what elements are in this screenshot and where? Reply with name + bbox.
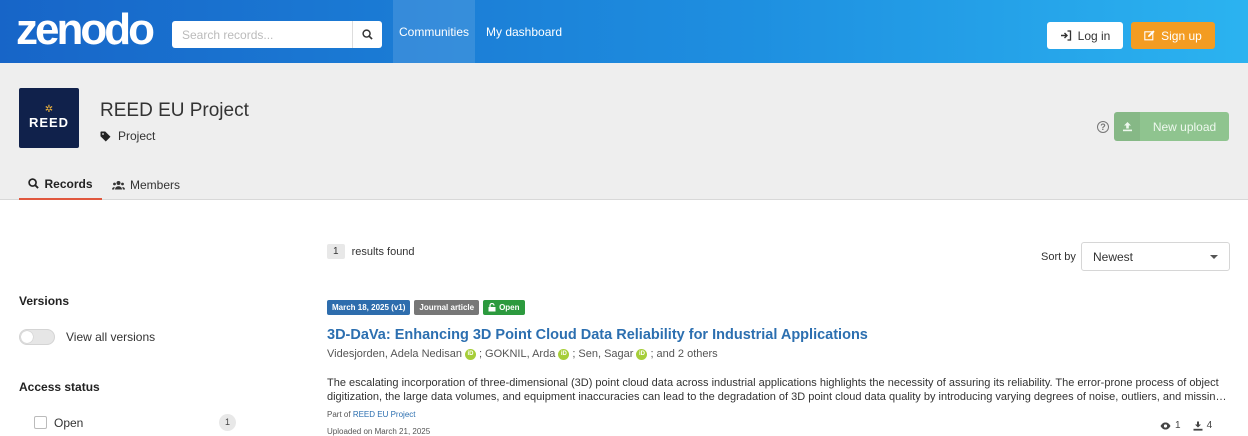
part-of-community: Part of REED EU Project [327, 410, 416, 419]
sort-value: Newest [1093, 249, 1134, 264]
tab-records-label: Records [44, 176, 93, 191]
new-upload-label: New upload [1152, 119, 1217, 134]
search-input[interactable] [172, 21, 352, 48]
community-type-label: Project [118, 129, 156, 143]
views-count: 1 [1175, 420, 1181, 431]
record-badges: March 18, 2025 (v1) Journal article Open [327, 300, 525, 315]
login-label: Log in [1077, 28, 1111, 43]
access-status-heading: Access status [19, 380, 100, 394]
sort-label: Sort by [1041, 251, 1076, 263]
nav-communities[interactable]: Communities [393, 0, 475, 63]
download-icon [1193, 421, 1203, 431]
more-authors: and 2 others [656, 348, 718, 360]
tab-members-label: Members [130, 177, 181, 192]
community-header: ✲ REED REED EU Project Project ? New upl… [0, 63, 1248, 200]
description-line: The escalating incorporation of three-di… [327, 377, 1219, 389]
search-box [172, 21, 382, 48]
results-count: 1 results found [327, 244, 415, 259]
author-link[interactable]: GOKNIL, Arda [485, 348, 555, 360]
community-logo-text: REED [28, 115, 70, 130]
upload-icon [1114, 112, 1140, 141]
author-link[interactable]: Sen, Sagar [578, 348, 633, 360]
signup-button[interactable]: Sign up [1131, 22, 1215, 49]
nav-my-dashboard[interactable]: My dashboard [480, 0, 568, 63]
search-icon [362, 29, 373, 40]
tag-icon [100, 131, 111, 141]
eye-icon [1160, 422, 1171, 429]
views-stat: 1 [1160, 420, 1181, 431]
access-badge: Open [483, 300, 525, 315]
access-badge-label: Open [499, 303, 520, 312]
view-all-versions-label: View all versions [66, 330, 156, 344]
open-access-label: Open [54, 416, 84, 430]
versions-heading: Versions [19, 294, 70, 308]
record-title-link[interactable]: 3D-DaVa: Enhancing 3D Point Cloud Data R… [327, 327, 868, 343]
sign-in-icon [1060, 30, 1071, 41]
edit-icon [1144, 30, 1155, 41]
community-logo: ✲ REED [19, 88, 79, 148]
orcid-icon[interactable]: iD [636, 348, 648, 360]
unlock-icon [488, 303, 496, 312]
author-link[interactable]: Videsjorden, Adela Nedisan [327, 348, 462, 360]
community-type: Project [100, 129, 155, 143]
downloads-count: 4 [1206, 420, 1213, 431]
help-icon[interactable]: ? [1097, 121, 1109, 133]
results-text: results found [351, 245, 415, 258]
view-all-versions-toggle[interactable] [19, 329, 55, 345]
signup-label: Sign up [1161, 28, 1202, 43]
resource-type-badge: Journal article [414, 300, 480, 315]
record-description: The escalating incorporation of three-di… [327, 376, 1230, 404]
record-authors: Videsjorden, Adela Nedisan iD; GOKNIL, A… [327, 348, 718, 360]
part-of-community-link[interactable]: REED EU Project [353, 410, 416, 419]
search-button[interactable] [352, 21, 382, 48]
open-access-count: 1 [219, 414, 236, 431]
tab-records[interactable]: Records [19, 169, 102, 200]
orcid-icon[interactable]: iD [464, 348, 476, 360]
uploaded-date: Uploaded on March 21, 2025 [327, 427, 431, 436]
zenodo-logo[interactable]: zenodo [16, 8, 155, 52]
tab-members[interactable]: Members [106, 169, 186, 200]
sort-select[interactable]: Newest [1081, 242, 1230, 271]
orcid-icon[interactable]: iD [558, 348, 570, 360]
downloads-stat: 4 [1193, 420, 1213, 431]
results-number: 1 [327, 244, 345, 259]
description-line: digitization, the large data volumes, an… [327, 391, 1230, 403]
part-of-prefix: Part of [327, 410, 351, 419]
community-title: REED EU Project [100, 100, 249, 121]
reed-mark-icon: ✲ [44, 104, 54, 115]
caret-down-icon [1210, 255, 1218, 259]
record-stats: 1 4 [1160, 420, 1212, 431]
open-access-checkbox[interactable] [34, 416, 47, 429]
search-icon [28, 178, 40, 189]
new-upload-button[interactable]: New upload [1114, 112, 1229, 141]
users-icon [112, 180, 125, 189]
login-button[interactable]: Log in [1047, 22, 1123, 49]
top-navbar: zenodo Communities My dashboard Log in S… [0, 0, 1248, 63]
version-date-badge: March 18, 2025 (v1) [327, 300, 411, 315]
